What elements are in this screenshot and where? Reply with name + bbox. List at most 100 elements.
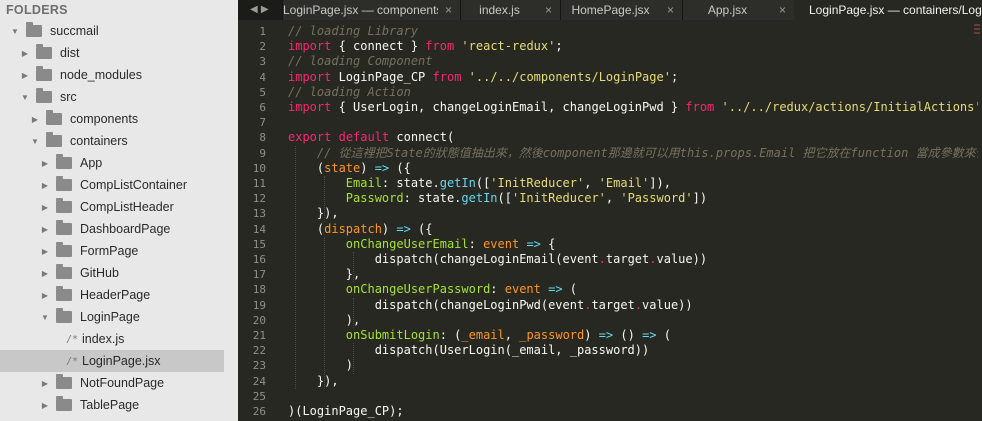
code-token: export [288, 130, 332, 145]
code-token: from [425, 39, 455, 54]
indent-guide [324, 176, 326, 222]
chevron-right-icon[interactable]: ▶ [40, 203, 50, 212]
close-icon[interactable]: × [779, 0, 786, 20]
code-token: ( [656, 328, 671, 342]
chevron-down-icon[interactable]: ▼ [10, 27, 20, 36]
tree-folder[interactable]: ▶ DashboardPage [0, 218, 224, 240]
indent-guide [324, 236, 326, 389]
tab-label: App.jsx [707, 3, 748, 17]
tree-item-label: TablePage [80, 398, 140, 412]
code-token: default [338, 130, 390, 145]
tree-file[interactable]: /* LoginPage.jsx [0, 350, 224, 372]
tree-folder[interactable]: ▶ FormPage [0, 240, 224, 262]
tree-folder[interactable]: ▼ containers [0, 130, 224, 152]
chevron-down-icon[interactable]: ▼ [20, 93, 30, 102]
code-token: . [598, 252, 606, 266]
folder-icon [26, 22, 42, 37]
tree-folder[interactable]: ▶ CompListHeader [0, 196, 224, 218]
chevron-right-icon[interactable]: ▶ [40, 225, 50, 234]
close-icon[interactable]: × [445, 0, 452, 20]
chevron-right-icon[interactable]: ▶ [40, 291, 50, 300]
tree-item-label: GitHub [80, 266, 119, 280]
tree-item-label: node_modules [60, 68, 143, 82]
tree-item-label: succmail [50, 24, 99, 38]
chevron-right-icon[interactable]: ▶ [40, 269, 50, 278]
tree-folder[interactable]: ▼ LoginPage [0, 306, 224, 328]
chevron-right-icon[interactable]: ▶ [30, 115, 40, 124]
code-token: onChangeUserEmail [345, 236, 469, 251]
code-token: { connect } [331, 39, 426, 54]
tree-item-label: NotFoundPage [80, 376, 165, 390]
code-token: => [598, 328, 614, 342]
tree-folder[interactable]: ▶ CompListContainer [0, 174, 224, 196]
chevron-right-icon[interactable]: ▶ [40, 159, 50, 168]
code-token: : ( [439, 328, 462, 342]
minimap-marker [974, 24, 980, 40]
tree-folder[interactable]: ▶ HeaderPage [0, 284, 224, 306]
editor-tab[interactable]: index.js × [460, 0, 560, 20]
chevron-down-icon[interactable]: ▼ [40, 313, 50, 322]
tree-folder[interactable]: ▶ dist [0, 42, 224, 64]
code-token: dispatch [324, 221, 382, 236]
editor-tab[interactable]: HomePage.jsx × [560, 0, 682, 20]
tree-item-label: src [60, 90, 77, 104]
chevron-down-icon[interactable]: ▼ [30, 137, 40, 146]
tree-folder[interactable]: ▶ App [0, 152, 224, 174]
tree-folder[interactable]: ▶ node_modules [0, 64, 224, 86]
tree-folder[interactable]: ▶ NotFoundPage [0, 372, 224, 394]
folder-icon [56, 176, 72, 191]
chevron-right-icon[interactable]: ▶ [40, 247, 50, 256]
tree-folder[interactable]: ▶ components [0, 108, 224, 130]
file-icon: /* [65, 355, 78, 367]
line-number: 11 [252, 177, 266, 190]
close-icon[interactable]: × [545, 0, 552, 20]
close-icon[interactable]: × [667, 0, 674, 20]
tree-item-label: CompListHeader [80, 200, 174, 214]
code-token: '../../components/LoginPage' [468, 69, 671, 84]
code-line: dispatch(changeLoginEmail(event.target.v… [288, 252, 707, 267]
editor-tab[interactable]: LoginPage.jsx — components × [282, 0, 460, 20]
tree-folder[interactable]: ▼ src [0, 86, 224, 108]
code-token: ( [288, 221, 325, 236]
chevron-right-icon[interactable]: ▶ [40, 181, 50, 190]
editor-tab[interactable]: App.jsx × [682, 0, 794, 20]
code-token: import [288, 39, 332, 54]
code-token: '../../redux/actions/InitialActions' [721, 100, 978, 114]
tree-folder[interactable]: ▶ TablePage [0, 394, 224, 416]
code-line: onChangeUserPassword: event => ( [288, 282, 577, 297]
chevron-right-icon[interactable]: ▶ [20, 49, 30, 58]
code-token: ([ [497, 191, 512, 206]
code-line: onChangeUserEmail: event => { [288, 236, 556, 252]
folder-icon [56, 198, 72, 213]
tree-item-label: components [70, 112, 139, 126]
editor-tab[interactable]: LoginPage.jsx — containers/LoginPage [794, 0, 982, 20]
chevron-right-icon[interactable]: ▶ [20, 71, 30, 80]
chevron-right-icon[interactable]: ▶ [40, 401, 50, 410]
code-token: LoginPage_CP [331, 69, 433, 84]
tree-folder[interactable]: ▼ succmail [0, 20, 224, 42]
code-token: onChangeUserPassword [345, 282, 491, 297]
code-token: // loading Library [288, 24, 419, 38]
code-area[interactable]: // loading Library import { connect } fro… [288, 22, 978, 421]
folder-icon [56, 308, 72, 323]
line-number: 2 [259, 40, 266, 54]
tree-folder[interactable]: ▶ GitHub [0, 262, 224, 284]
code-line: import { connect } from 'react-redux'; [288, 39, 563, 54]
code-editor: ◀ ▶ LoginPage.jsx — components × index.js ×… [238, 0, 982, 421]
line-number: 3 [259, 55, 266, 69]
tab-nav-arrows-icon[interactable]: ◀ ▶ [238, 0, 282, 20]
tree-item-label: App [80, 156, 103, 170]
code-token: ) [584, 328, 599, 342]
code-token: => [548, 282, 563, 297]
tree-file[interactable]: /* index.js [0, 328, 224, 350]
code-token: ]) [692, 191, 708, 206]
code-token: // loading Component [288, 54, 433, 69]
sidebar-scrollbar[interactable] [224, 0, 238, 421]
chevron-right-icon[interactable]: ▶ [40, 379, 50, 388]
code-token: value)) [642, 297, 693, 312]
tree-item-label: LoginPage.jsx [82, 354, 161, 368]
code-line: dispatch(UserLogin(_email, _password)) [288, 343, 650, 358]
